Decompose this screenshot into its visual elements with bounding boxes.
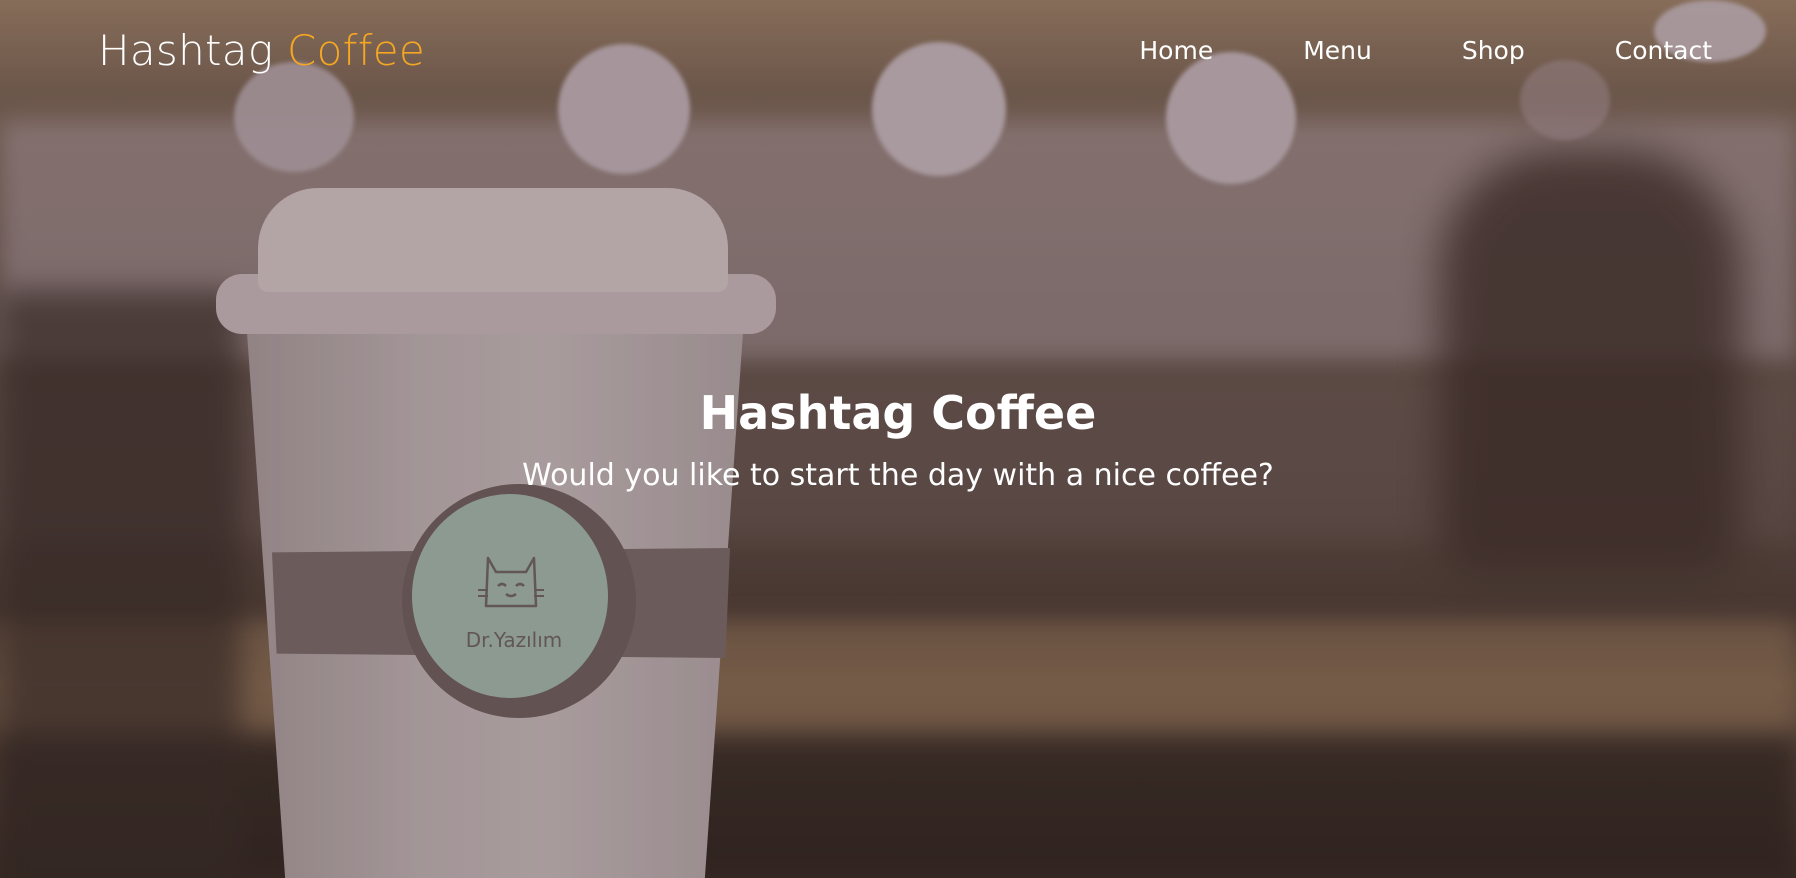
hero-title: Hashtag Coffee <box>699 386 1097 440</box>
nav-item-shop[interactable]: Shop <box>1462 36 1525 65</box>
main-nav: Home Menu Shop Contact <box>1139 36 1712 65</box>
brand-name-accent: Coffee <box>287 26 426 75</box>
hero-section: Dr.Yazılım Hashtag Coffee Home Menu Shop… <box>0 0 1796 878</box>
brand-logo[interactable]: Hashtag Coffee <box>98 26 425 75</box>
nav-item-menu[interactable]: Menu <box>1303 36 1372 65</box>
nav-item-contact[interactable]: Contact <box>1615 36 1712 65</box>
brand-name-primary: Hashtag <box>98 26 274 75</box>
nav-item-home[interactable]: Home <box>1139 36 1213 65</box>
hero-subtitle: Would you like to start the day with a n… <box>522 458 1274 493</box>
